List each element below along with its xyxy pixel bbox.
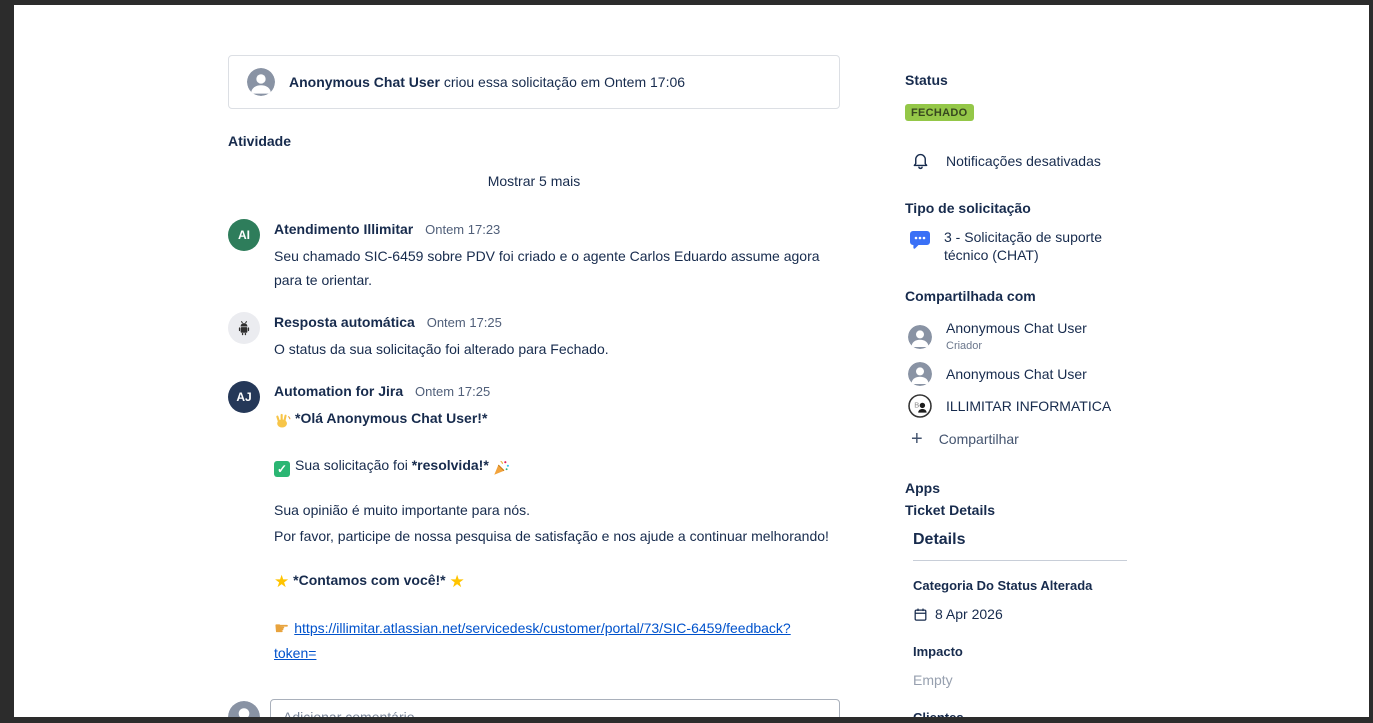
field-clientes: Clientes Empty: [913, 709, 1245, 717]
opinion-line-2: Por favor, participe de nossa pesquisa d…: [274, 524, 830, 548]
creator-name: Anonymous Chat User: [289, 74, 440, 90]
details-divider: [913, 560, 1127, 561]
count-on-you-text: *Contamos com você!*: [293, 572, 445, 588]
avatar-automation-for-jira: AJ: [228, 381, 260, 413]
field-label: Categoria Do Status Alterada: [913, 577, 1245, 594]
person-avatar-icon: [908, 325, 932, 349]
show-more-row: Mostrar 5 mais: [228, 173, 840, 189]
plus-icon: +: [911, 430, 923, 448]
comment-list: AI Atendimento Illimitar Ontem 17:23 Seu…: [228, 219, 840, 673]
resolved-text: *resolvida!*: [412, 457, 489, 473]
share-button-label: Compartilhar: [939, 431, 1019, 447]
comment-author: Atendimento Illimitar: [274, 221, 413, 237]
greeting-line: *Olá Anonymous Chat User!*: [274, 406, 830, 433]
field-label: Impacto: [913, 643, 1245, 660]
check-mark-emoji-icon: ✓: [274, 461, 290, 477]
request-type-label: Tipo de solicitação: [905, 198, 1245, 218]
calendar-icon: [913, 607, 928, 622]
add-comment-input[interactable]: [270, 699, 840, 717]
comment-automation-for-jira: AJ Automation for Jira Ontem 17:25: [228, 381, 840, 673]
request-type-row: 3 - Solicitação de suporte técnico (CHAT…: [905, 228, 1245, 264]
person-avatar-icon: [228, 701, 260, 717]
party-popper-emoji-icon: [493, 456, 510, 480]
avatar-atendimento-illimitar: AI: [228, 219, 260, 251]
shared-user-name: Anonymous Chat User: [946, 366, 1087, 382]
comment-resposta-automatica: Resposta automática Ontem 17:25 O status…: [228, 312, 840, 361]
screenshot-frame: Anonymous Chat User criou essa solicitaç…: [0, 0, 1373, 723]
person-avatar-icon: [247, 68, 275, 96]
comment-author: Automation for Jira: [274, 383, 403, 399]
comment-timestamp: Ontem 17:25: [415, 384, 490, 399]
creator-card-text: Anonymous Chat User criou essa solicitaç…: [289, 74, 685, 90]
field-empty-value: Empty: [913, 671, 1245, 689]
request-type-value: 3 - Solicitação de suporte técnico (CHAT…: [944, 228, 1126, 264]
opinion-line-1: Sua opinião é muito importante para nós.: [274, 498, 830, 522]
feedback-line: ☛https://illimitar.atlassian.net/service…: [274, 616, 830, 665]
organization-avatar-icon: B: [908, 394, 932, 418]
bell-icon: [911, 151, 930, 170]
comment-text: Seu chamado SIC-6459 sobre PDV foi criad…: [274, 244, 830, 292]
shared-user-role: Criador: [946, 340, 982, 352]
shared-with-label: Compartilhada com: [905, 286, 1245, 306]
activity-heading: Atividade: [228, 131, 840, 151]
field-value-text: 8 Apr 2026: [935, 605, 1003, 623]
chat-bubble-icon: [908, 228, 932, 264]
shared-org-row: B ILLIMITAR INFORMATICA: [905, 394, 1245, 418]
show-more-button[interactable]: Mostrar 5 mais: [488, 173, 581, 189]
creator-action-text: criou essa solicitação em Ontem 17:06: [444, 74, 685, 90]
request-sidebar: Status FECHADO Notificações desativadas …: [905, 70, 1245, 717]
pointing-finger-emoji-icon: ☛: [274, 619, 289, 638]
count-on-you-line: ★ *Contamos com você!* ★: [274, 568, 830, 594]
greeting-text: *Olá Anonymous Chat User!*: [295, 410, 487, 426]
status-badge: FECHADO: [905, 104, 974, 121]
person-avatar-icon: [908, 362, 932, 386]
creator-card: Anonymous Chat User criou essa solicitaç…: [228, 55, 840, 109]
sidebar-apps-heading: Apps: [905, 478, 1245, 498]
comment-text: O status da sua solicitação foi alterado…: [274, 337, 609, 361]
waving-hand-emoji-icon: [274, 409, 291, 433]
shared-user-row: Anonymous Chat User: [905, 362, 1245, 386]
comment-atendimento: AI Atendimento Illimitar Ontem 17:23 Seu…: [228, 219, 840, 292]
portal-page: Anonymous Chat User criou essa solicitaç…: [14, 5, 1369, 717]
avatar-initials: AI: [228, 219, 260, 251]
share-button[interactable]: + Compartilhar: [905, 430, 1245, 448]
feedback-link[interactable]: https://illimitar.atlassian.net/serviced…: [274, 620, 791, 661]
field-categoria-status: Categoria Do Status Alterada 8 Apr 2026: [913, 577, 1245, 623]
status-label: Status: [905, 70, 1245, 90]
resolved-prefix: Sua solicitação foi: [295, 457, 412, 473]
robot-icon: [228, 312, 260, 344]
svg-text:B: B: [914, 401, 919, 410]
request-main-column: Anonymous Chat User criou essa solicitaç…: [228, 55, 840, 717]
star-emoji-icon: ★: [274, 572, 289, 591]
comment-timestamp: Ontem 17:25: [427, 315, 502, 330]
notifications-toggle[interactable]: Notificações desativadas: [905, 151, 1245, 170]
notifications-label: Notificações desativadas: [946, 153, 1101, 169]
ticket-details-heading: Ticket Details: [905, 500, 1245, 520]
comment-timestamp: Ontem 17:23: [425, 222, 500, 237]
comment-author: Resposta automática: [274, 314, 415, 330]
shared-org-name: ILLIMITAR INFORMATICA: [946, 398, 1111, 414]
resolved-line: ✓ Sua solicitação foi *resolvida!*: [274, 453, 830, 480]
add-comment-row: [228, 699, 840, 717]
field-label: Clientes: [913, 709, 1245, 717]
shared-user-name: Anonymous Chat User: [946, 320, 1087, 336]
shared-user-row: Anonymous Chat User Criador: [905, 320, 1245, 354]
shared-with-list: Anonymous Chat User Criador Anonymous Ch…: [905, 320, 1245, 418]
details-panel-heading: Details: [913, 529, 1245, 551]
field-impacto: Impacto Empty: [913, 643, 1245, 689]
avatar-initials: AJ: [228, 381, 260, 413]
star-emoji-icon: ★: [450, 572, 465, 591]
